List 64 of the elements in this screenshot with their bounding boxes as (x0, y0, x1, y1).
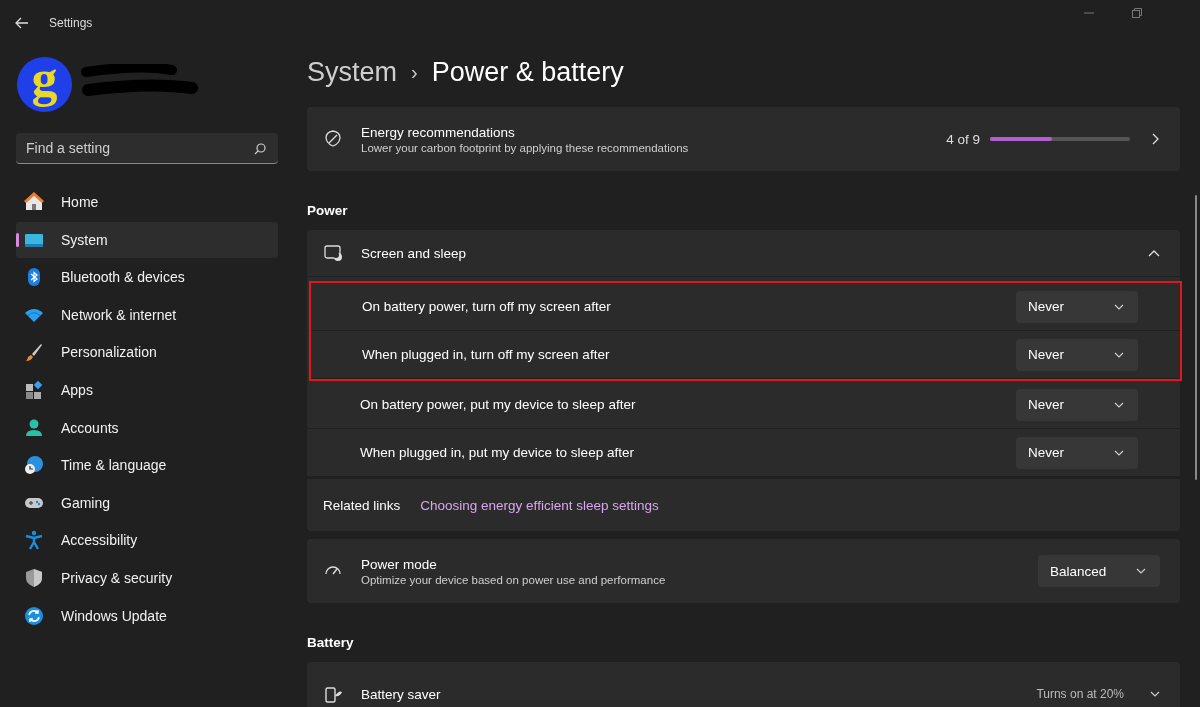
card-description: Lower your carbon footprint by applying these recommendations (361, 141, 690, 154)
battery-saver-card[interactable]: Battery saver Turns on at 20% (307, 662, 1180, 707)
expander-header[interactable]: Screen and sleep (307, 230, 1180, 276)
restore-icon[interactable] (1132, 8, 1142, 18)
setting-label: When plugged in, turn off my screen after (362, 347, 610, 362)
shield-icon (24, 567, 44, 588)
setting-label: On battery power, put my device to sleep after (360, 397, 636, 412)
accessibility-icon (24, 530, 44, 551)
breadcrumb-separator: › (411, 60, 418, 84)
globe-clock-icon (24, 455, 44, 476)
screen-moon-icon (323, 243, 343, 263)
setting-label: When plugged in, put my device to sleep after (360, 445, 634, 460)
section-heading: Power (307, 203, 349, 218)
chevron-down-icon (1150, 691, 1160, 697)
page-title: Power & battery (431, 56, 624, 88)
nav-item[interactable]: Accounts (16, 409, 278, 446)
dropdown[interactable]: Never (1016, 338, 1138, 371)
nav-item[interactable]: Apps (16, 371, 278, 408)
energy-card[interactable]: Energy recommendations Lower your carbon footprint by applying these recommendations 4 of 9 (307, 107, 1180, 171)
house-icon (24, 192, 44, 212)
status-text: Turns on at 20% (1036, 687, 1124, 701)
related-links-label: Related links (323, 497, 401, 513)
nav-item[interactable]: Personalization (16, 334, 278, 371)
chevron-down-icon (1114, 303, 1124, 310)
nav-item[interactable]: Network & internet (16, 296, 278, 333)
nav-item[interactable]: Time & language (16, 447, 278, 484)
search-icon (254, 143, 266, 155)
person-icon (24, 417, 44, 438)
card-title: Screen and sleep (361, 245, 468, 261)
card-title: Energy recommendations (361, 124, 516, 140)
breadcrumb-link[interactable]: System (307, 56, 398, 88)
nav-item[interactable]: System (16, 221, 278, 258)
avatar: g (17, 56, 72, 112)
dropdown[interactable]: Balanced (1038, 555, 1160, 587)
back-arrow-icon[interactable] (15, 16, 29, 29)
card-title: Battery saver (361, 686, 442, 702)
selection-indicator (16, 232, 19, 247)
card-description: Optimize your device based on power use and performance (361, 573, 667, 586)
sync-icon (24, 605, 44, 626)
nav-item[interactable]: Home (16, 184, 278, 220)
scrollbar[interactable] (1195, 195, 1197, 480)
nav-item[interactable]: Bluetooth & devices (16, 259, 278, 296)
dropdown[interactable]: Never (1016, 436, 1138, 469)
dropdown[interactable]: Never (1016, 290, 1138, 323)
section-heading: Battery (307, 635, 355, 650)
chevron-down-icon (1114, 401, 1124, 408)
chevron-down-icon (1114, 351, 1124, 358)
nav-item[interactable]: Privacy & security (16, 559, 278, 596)
card-title: Power mode (361, 556, 438, 572)
apps-icon (24, 379, 44, 400)
recommendation-count: 4 of 9 (946, 131, 980, 147)
chevron-down-icon (1114, 449, 1124, 456)
search-field[interactable]: Find a setting (16, 133, 278, 164)
nav-item[interactable]: Windows Update (16, 597, 278, 634)
dropdown[interactable]: Never (1016, 388, 1138, 421)
window-title: Settings (49, 15, 93, 30)
link[interactable]: Choosing energy efficient sleep settings (420, 497, 659, 513)
nav-item[interactable]: Accessibility (16, 522, 278, 559)
setting-label: On battery power, turn off my screen after (362, 299, 611, 314)
paintbrush-icon (24, 342, 44, 363)
battery-leaf-icon (323, 684, 343, 704)
chevron-right-icon (1152, 133, 1160, 145)
nav-item[interactable]: Gaming (16, 484, 278, 521)
chevron-down-icon (1136, 568, 1146, 574)
